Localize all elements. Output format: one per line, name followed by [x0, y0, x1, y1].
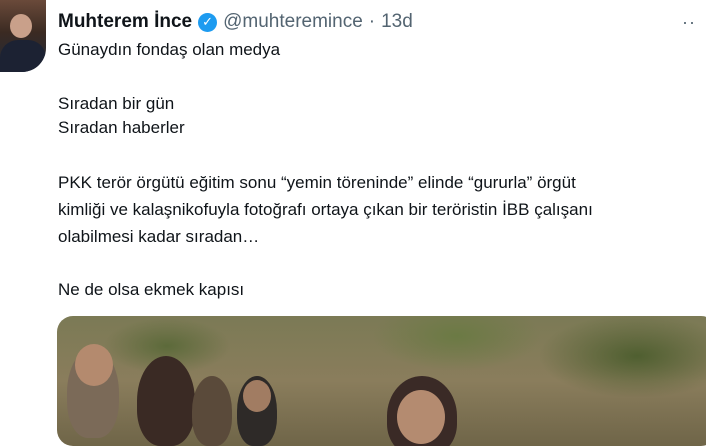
- author-name[interactable]: Muhterem İnce: [58, 11, 192, 33]
- photo-person: [137, 356, 195, 446]
- photo-person-head: [243, 380, 271, 412]
- separator-dot: ·: [368, 11, 376, 32]
- author-handle[interactable]: @muhteremince: [223, 11, 363, 33]
- tweet-timestamp[interactable]: 13d: [381, 11, 413, 33]
- avatar-face: [10, 14, 32, 38]
- avatar-suit: [0, 40, 46, 72]
- tweet-media-photo[interactable]: [57, 316, 706, 446]
- tweet[interactable]: Muhterem İnce ✓ @muhteremince · 13d ·· G…: [0, 0, 706, 446]
- photo-person-head: [75, 344, 113, 386]
- tweet-header: Muhterem İnce ✓ @muhteremince · 13d: [58, 10, 413, 34]
- tweet-text-line: Sıradan bir gün: [58, 94, 175, 113]
- photo-person: [192, 376, 232, 446]
- tweet-text-line: Ne de olsa ekmek kapısı: [58, 280, 245, 299]
- photo-person-head: [397, 390, 445, 444]
- tweet-text-line: olabilmesi kadar sıradan…: [58, 227, 260, 246]
- tweet-text-line: Sıradan haberler: [58, 118, 185, 137]
- avatar[interactable]: [0, 0, 46, 72]
- tweet-text-line: kimliği ve kalaşnikofuyla fotoğrafı orta…: [58, 200, 593, 219]
- verified-badge-icon: ✓: [198, 12, 218, 32]
- tweet-text-line: PKK terör örgütü eğitim sonu “yemin töre…: [58, 173, 576, 192]
- tweet-text-line: Günaydın fondaş olan medya: [58, 40, 281, 59]
- more-options-icon[interactable]: ··: [682, 12, 696, 33]
